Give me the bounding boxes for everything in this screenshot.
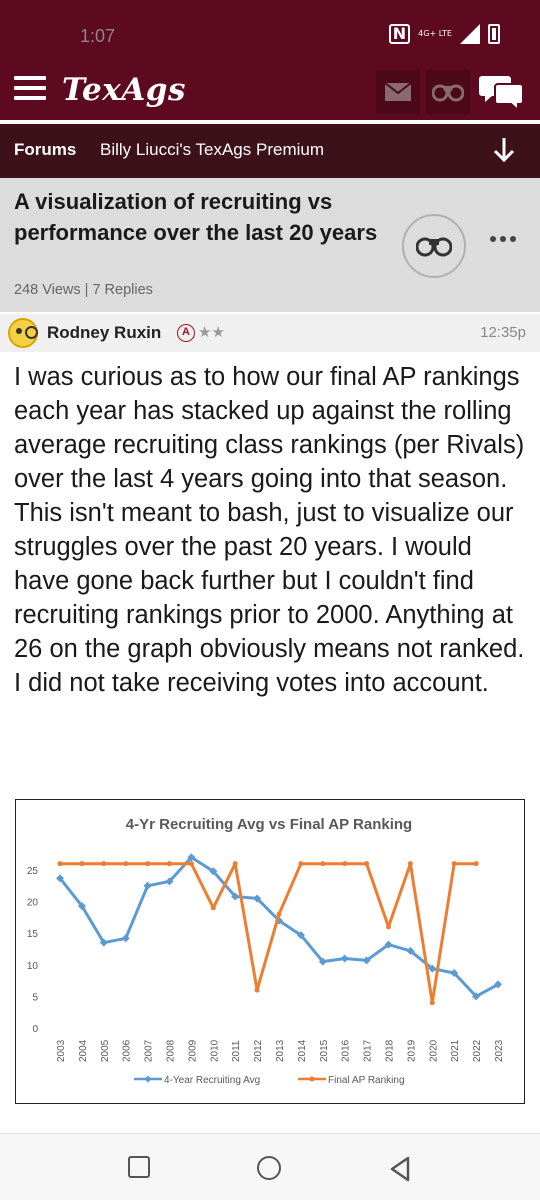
series-line xyxy=(58,855,499,998)
data-point xyxy=(123,861,129,867)
data-point xyxy=(364,861,370,867)
data-point xyxy=(340,954,349,963)
x-tick-label: 2008 xyxy=(166,1039,177,1062)
status-bar: 1:07 N 4G+ LTE xyxy=(0,0,540,64)
x-tick-label: 2010 xyxy=(209,1039,220,1062)
more-options-icon[interactable] xyxy=(490,236,516,242)
data-point xyxy=(386,924,391,930)
admin-badge: A xyxy=(177,324,195,342)
data-point xyxy=(145,861,151,867)
battery-icon xyxy=(488,24,500,44)
x-tick-label: 2017 xyxy=(363,1039,374,1062)
x-tick-label: 2009 xyxy=(187,1039,198,1062)
data-point xyxy=(79,861,85,867)
y-tick-label: 20 xyxy=(27,898,39,909)
x-tick-label: 2018 xyxy=(385,1039,396,1062)
data-point xyxy=(407,861,413,867)
data-point xyxy=(143,881,152,890)
chat-button[interactable] xyxy=(478,70,526,114)
signal-icon xyxy=(460,24,480,44)
user-stars: ★★ xyxy=(198,324,225,341)
recents-button[interactable] xyxy=(128,1156,150,1178)
x-tick-label: 2013 xyxy=(275,1039,286,1062)
x-tick-label: 2014 xyxy=(297,1039,308,1062)
data-point xyxy=(57,861,63,867)
legend-label: Final AP Ranking xyxy=(328,1075,405,1086)
app-header: TexAgs xyxy=(0,64,540,120)
data-point xyxy=(298,861,304,867)
network-type: 4G+ LTE xyxy=(418,29,452,38)
messages-button[interactable] xyxy=(376,70,420,114)
avatar[interactable] xyxy=(8,318,38,348)
status-icons: N 4G+ LTE xyxy=(388,24,500,44)
system-nav-bar xyxy=(0,1133,540,1200)
x-tick-label: 2016 xyxy=(341,1039,352,1062)
legend-marker xyxy=(144,1075,152,1083)
line-chart: 4-Yr Recruiting Avg vs Final AP Ranking 0… xyxy=(27,816,505,1086)
data-point xyxy=(429,1000,435,1006)
data-point xyxy=(451,861,457,867)
data-point xyxy=(342,861,348,867)
x-tick-label: 2021 xyxy=(450,1039,461,1062)
data-point xyxy=(320,861,326,867)
watch-thread-button[interactable] xyxy=(402,214,466,278)
texags-logo[interactable]: TexAgs xyxy=(62,72,186,108)
back-icon[interactable] xyxy=(388,1156,412,1182)
home-button[interactable] xyxy=(257,1156,281,1180)
data-point xyxy=(188,861,194,867)
y-tick-label: 10 xyxy=(27,961,39,972)
y-tick-label: 25 xyxy=(27,866,39,877)
thread-stats: 248 Views | 7 Replies xyxy=(14,282,153,298)
x-tick-label: 2012 xyxy=(253,1039,264,1062)
x-tick-label: 2004 xyxy=(78,1039,89,1062)
chart-title: 4-Yr Recruiting Avg vs Final AP Ranking xyxy=(126,816,412,833)
x-tick-label: 2022 xyxy=(472,1039,483,1062)
nfc-icon: N xyxy=(388,24,411,44)
legend-marker xyxy=(309,1076,315,1082)
x-tick-label: 2003 xyxy=(56,1039,67,1062)
watchlist-button[interactable] xyxy=(426,70,470,114)
hamburger-menu-icon[interactable] xyxy=(14,76,46,104)
x-tick-label: 2019 xyxy=(406,1039,417,1062)
post-author[interactable]: Rodney Ruxin xyxy=(47,323,161,343)
data-point xyxy=(210,905,216,911)
y-tick-label: 15 xyxy=(27,929,39,940)
series-line xyxy=(60,862,477,1005)
forums-link[interactable]: Forums xyxy=(14,140,76,160)
data-point xyxy=(167,861,172,867)
data-point xyxy=(473,861,479,867)
post-time: 12:35p xyxy=(480,324,526,341)
y-tick-label: 0 xyxy=(32,1024,38,1035)
arrow-down-icon[interactable] xyxy=(492,136,516,164)
data-point xyxy=(254,987,260,993)
x-tick-label: 2015 xyxy=(319,1039,330,1062)
x-tick-label: 2023 xyxy=(494,1039,505,1062)
x-tick-label: 2006 xyxy=(122,1039,133,1062)
y-tick-label: 5 xyxy=(32,992,38,1003)
binoculars-icon xyxy=(432,84,464,102)
data-point xyxy=(101,861,107,867)
forum-name-link[interactable]: Billy Liucci's TexAgs Premium xyxy=(100,140,324,160)
data-point xyxy=(232,861,238,867)
legend-label: 4-Year Recruiting Avg xyxy=(164,1075,260,1086)
x-tick-label: 2007 xyxy=(144,1039,155,1062)
mail-icon xyxy=(385,83,411,101)
thread-header: A visualization of recruiting vs perform… xyxy=(0,178,540,312)
chat-bubbles-icon xyxy=(479,76,524,113)
forum-breadcrumb-bar: Forums Billy Liucci's TexAgs Premium xyxy=(0,124,540,178)
binoculars-icon xyxy=(416,237,452,257)
chart-image[interactable]: 4-Yr Recruiting Avg vs Final AP Ranking 0… xyxy=(15,799,525,1104)
post-header: Rodney Ruxin A ★★ 12:35p xyxy=(0,314,540,352)
x-tick-label: 2011 xyxy=(231,1040,242,1062)
x-tick-label: 2005 xyxy=(100,1039,111,1062)
x-tick-label: 2020 xyxy=(428,1039,439,1062)
data-point xyxy=(276,911,282,917)
thread-title: A visualization of recruiting vs perform… xyxy=(14,189,378,245)
post-body: I was curious as to how our final AP ran… xyxy=(14,363,525,697)
